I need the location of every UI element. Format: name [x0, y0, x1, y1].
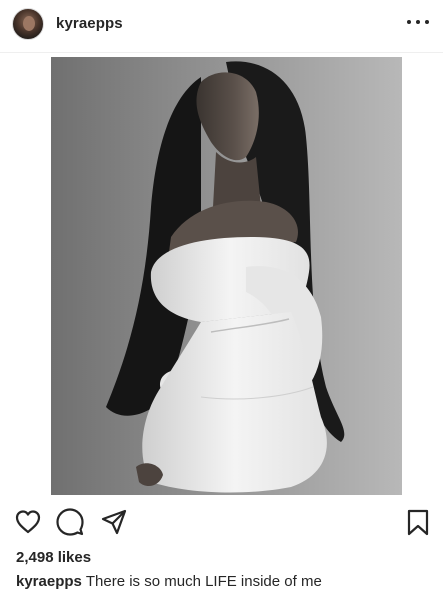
- bookmark-icon[interactable]: [404, 508, 432, 536]
- photo-illustration: [51, 57, 402, 495]
- header-username[interactable]: kyraepps: [56, 15, 123, 32]
- avatar[interactable]: [12, 8, 44, 40]
- more-dot: [407, 20, 411, 24]
- like-count[interactable]: 2,498 likes: [16, 549, 91, 566]
- caption-username[interactable]: kyraepps: [16, 573, 82, 590]
- caption-text: There is so much LIFE inside of me: [85, 573, 322, 590]
- more-dot: [416, 20, 420, 24]
- comment-icon[interactable]: [56, 508, 84, 536]
- heart-icon[interactable]: [14, 508, 42, 536]
- post-header: kyraepps: [0, 0, 443, 52]
- post-caption: kyraepps There is so much LIFE inside of …: [16, 573, 322, 590]
- post-photo[interactable]: [51, 57, 402, 495]
- more-options-icon[interactable]: [407, 12, 429, 32]
- avatar-face: [23, 16, 35, 31]
- header-divider: [0, 52, 443, 53]
- more-dot: [425, 20, 429, 24]
- share-icon[interactable]: [100, 508, 128, 536]
- post-actions: [0, 506, 443, 540]
